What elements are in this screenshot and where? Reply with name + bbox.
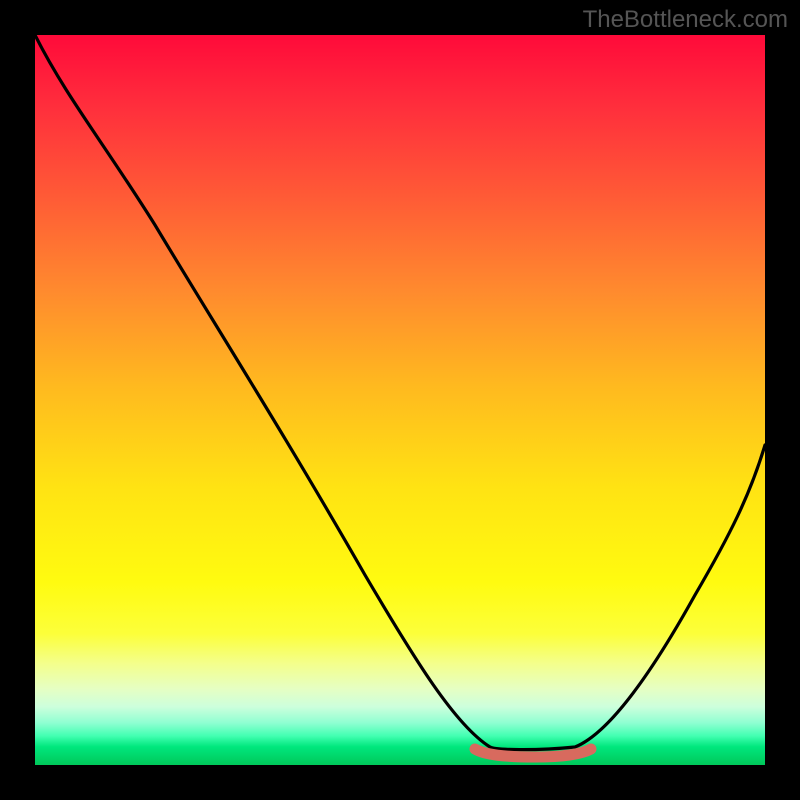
watermark-text: TheBottleneck.com bbox=[583, 6, 788, 34]
bottleneck-curve bbox=[35, 35, 765, 750]
chart-frame: TheBottleneck.com bbox=[0, 0, 800, 800]
plot-area bbox=[35, 35, 765, 765]
curve-layer bbox=[35, 35, 765, 765]
